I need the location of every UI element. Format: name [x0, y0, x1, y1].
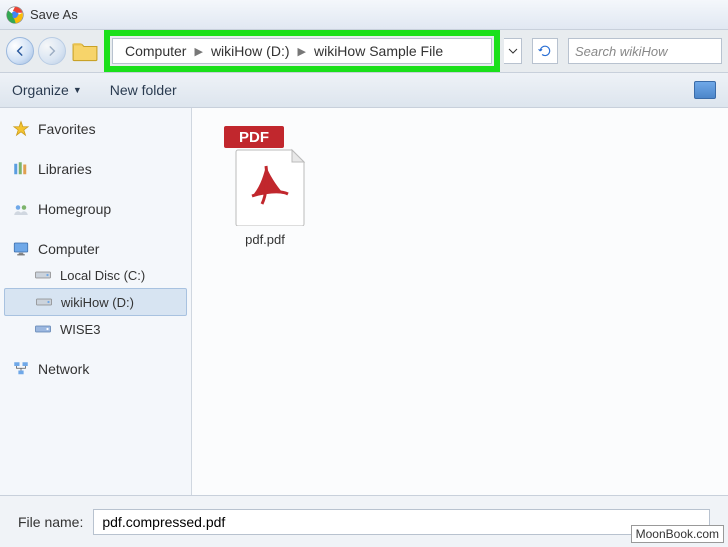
chevron-right-icon: ▶	[294, 45, 310, 58]
breadcrumb-seg-computer[interactable]: Computer	[121, 43, 190, 59]
chevron-down-icon: ▼	[73, 85, 82, 95]
chevron-right-icon: ▶	[190, 45, 206, 58]
window-title: Save As	[30, 7, 78, 22]
sidebar-item-wikihow-drive[interactable]: wikiHow (D:)	[4, 288, 187, 316]
pdf-icon: PDF	[224, 126, 306, 226]
sidebar: Favorites Libraries Homegroup Computer L…	[0, 108, 192, 495]
new-folder-button[interactable]: New folder	[110, 82, 177, 98]
main-area: Favorites Libraries Homegroup Computer L…	[0, 108, 728, 495]
sidebar-item-libraries[interactable]: Libraries	[0, 156, 191, 182]
computer-icon	[12, 240, 30, 258]
refresh-button[interactable]	[532, 38, 558, 64]
view-options-button[interactable]	[694, 81, 716, 99]
filename-input[interactable]	[93, 509, 710, 535]
nav-bar: Computer ▶ wikiHow (D:) ▶ wikiHow Sample…	[0, 30, 728, 72]
homegroup-icon	[12, 200, 30, 218]
search-input[interactable]: Search wikiHow	[568, 38, 722, 64]
sidebar-item-favorites[interactable]: Favorites	[0, 116, 191, 142]
sidebar-item-homegroup[interactable]: Homegroup	[0, 196, 191, 222]
file-item-pdf[interactable]: PDF pdf.pdf	[210, 126, 320, 247]
libraries-icon	[12, 160, 30, 178]
sidebar-item-network[interactable]: Network	[0, 356, 191, 382]
breadcrumb-dropdown[interactable]	[504, 38, 522, 64]
sidebar-item-localdisc[interactable]: Local Disc (C:)	[0, 262, 191, 288]
breadcrumb-seg-folder[interactable]: wikiHow Sample File	[310, 43, 447, 59]
title-bar: Save As	[0, 0, 728, 30]
breadcrumb[interactable]: Computer ▶ wikiHow (D:) ▶ wikiHow Sample…	[112, 38, 492, 64]
content-pane[interactable]: PDF pdf.pdf	[192, 108, 728, 495]
svg-text:PDF: PDF	[239, 129, 269, 146]
filename-label: File name:	[18, 514, 83, 530]
sidebar-item-wise3[interactable]: WISE3	[0, 316, 191, 342]
filename-bar: File name:	[0, 495, 728, 547]
organize-button[interactable]: Organize ▼	[12, 82, 82, 98]
breadcrumb-highlight: Computer ▶ wikiHow (D:) ▶ wikiHow Sample…	[104, 30, 500, 72]
folder-icon	[72, 40, 98, 62]
network-icon	[12, 360, 30, 378]
star-icon	[12, 120, 30, 138]
toolbar: Organize ▼ New folder	[0, 72, 728, 108]
search-placeholder: Search wikiHow	[575, 44, 667, 59]
drive-icon	[34, 320, 52, 338]
breadcrumb-seg-drive[interactable]: wikiHow (D:)	[207, 43, 294, 59]
back-button[interactable]	[6, 37, 34, 65]
watermark: MoonBook.com	[631, 525, 724, 543]
file-label: pdf.pdf	[245, 232, 285, 247]
drive-icon	[35, 293, 53, 311]
drive-icon	[34, 266, 52, 284]
sidebar-item-computer[interactable]: Computer	[0, 236, 191, 262]
forward-button[interactable]	[38, 37, 66, 65]
chrome-icon	[6, 6, 24, 24]
